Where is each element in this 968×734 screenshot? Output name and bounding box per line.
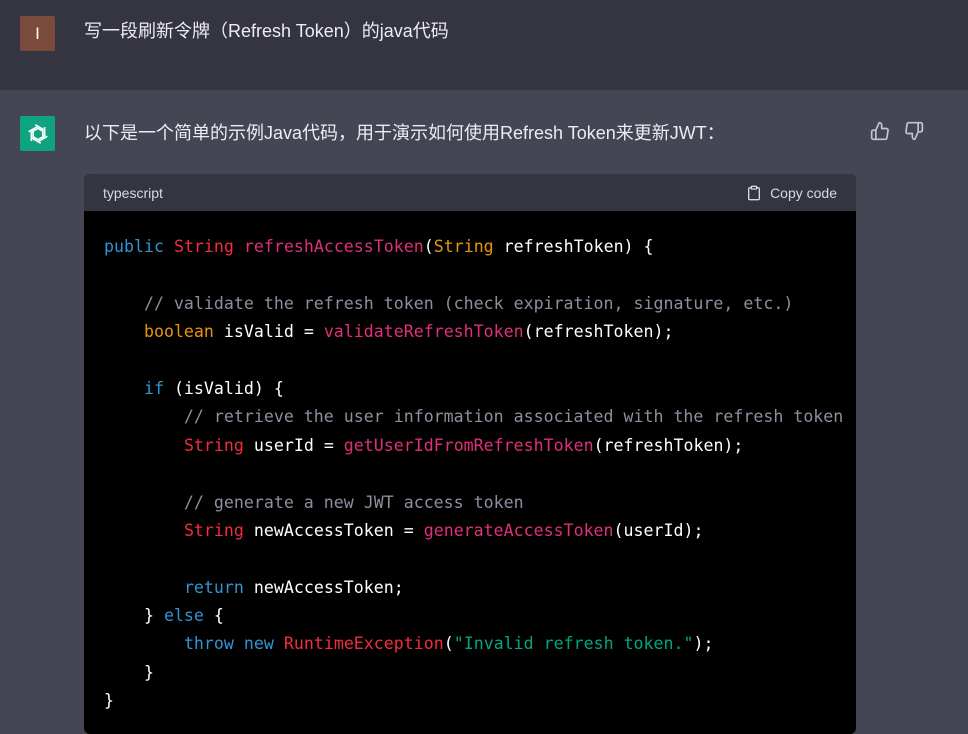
code-line: } else { <box>104 602 856 630</box>
code-line: public String refreshAccessToken(String … <box>104 233 856 261</box>
code-content[interactable]: public String refreshAccessToken(String … <box>84 211 856 734</box>
code-token: new <box>243 634 274 654</box>
code-token: String <box>433 237 494 256</box>
code-block: typescript Copy code public String refre… <box>84 174 856 734</box>
code-language-label: typescript <box>103 184 163 201</box>
code-token: "Invalid refresh token." <box>453 634 694 654</box>
thumbs-up-icon[interactable] <box>870 121 890 141</box>
code-token: userId = <box>243 435 344 455</box>
code-token: if <box>143 378 164 398</box>
user-message-row: I 写一段刷新令牌（Refresh Token）的java代码 <box>0 0 968 90</box>
user-avatar: I <box>20 16 55 51</box>
assistant-intro-text: 以下是一个简单的示例Java代码，用于演示如何使用Refresh Token来更… <box>84 123 725 143</box>
user-message-text: 写一段刷新令牌（Refresh Token）的java代码 <box>84 21 449 41</box>
code-token: (isValid) { <box>163 378 284 398</box>
code-token: // retrieve the user information associa… <box>104 407 856 427</box>
code-token: ); <box>693 634 714 654</box>
code-token: boolean <box>143 322 214 342</box>
code-token: public <box>104 237 164 256</box>
code-token: validateRefreshToken <box>323 322 524 342</box>
code-token: String <box>183 520 244 540</box>
code-line: if (isValid) { <box>104 375 856 403</box>
code-line: boolean isValid = validateRefreshToken(r… <box>104 318 856 346</box>
copy-code-button[interactable]: Copy code <box>746 184 837 202</box>
code-line: String userId = getUserIdFromRefreshToke… <box>104 432 856 460</box>
code-token: } <box>104 691 114 711</box>
code-token: } <box>104 662 154 682</box>
code-token: getUserIdFromRefreshToken <box>343 435 594 455</box>
clipboard-icon <box>748 185 761 200</box>
copy-code-label: Copy code <box>770 184 837 201</box>
code-line: } <box>104 687 856 715</box>
code-token: newAccessToken = <box>243 520 424 540</box>
code-token: newAccessToken; <box>243 577 404 597</box>
code-token: // validate the refresh token (check exp… <box>104 293 794 313</box>
code-line: // generate a new JWT access token <box>104 489 856 517</box>
code-line: // validate the refresh token (check exp… <box>104 290 856 318</box>
code-token: isValid = <box>213 322 324 342</box>
assistant-avatar <box>20 116 55 151</box>
code-token: throw <box>183 634 234 654</box>
code-token: RuntimeException <box>283 634 444 654</box>
assistant-message-row: 以下是一个简单的示例Java代码，用于演示如何使用Refresh Token来更… <box>0 90 968 734</box>
code-token: return <box>183 577 244 597</box>
code-token: { <box>203 606 224 626</box>
code-token: else <box>163 606 204 626</box>
openai-logo-icon <box>27 123 48 144</box>
feedback-buttons <box>870 121 924 141</box>
code-line: String newAccessToken = generateAccessTo… <box>104 517 856 545</box>
code-token: // generate a new JWT access token <box>104 492 524 512</box>
code-token: (userId); <box>613 520 704 540</box>
code-token: refreshAccessToken <box>243 237 424 256</box>
code-line: // retrieve the user information associa… <box>104 403 856 431</box>
code-token: (refreshToken); <box>593 435 744 455</box>
code-line: throw new RuntimeException("Invalid refr… <box>104 630 856 658</box>
code-token: ( <box>443 634 454 654</box>
thumbs-down-icon[interactable] <box>904 121 924 141</box>
code-token: generateAccessToken <box>423 520 614 540</box>
code-token: } <box>104 606 164 626</box>
code-token: String <box>183 435 244 455</box>
code-line: return newAccessToken; <box>104 574 856 602</box>
code-token: ( <box>423 237 434 256</box>
code-token: (refreshToken); <box>523 322 674 342</box>
code-token: refreshToken) { <box>493 237 654 256</box>
code-line: } <box>104 659 856 687</box>
code-header: typescript Copy code <box>84 174 856 211</box>
code-token: String <box>173 237 234 256</box>
